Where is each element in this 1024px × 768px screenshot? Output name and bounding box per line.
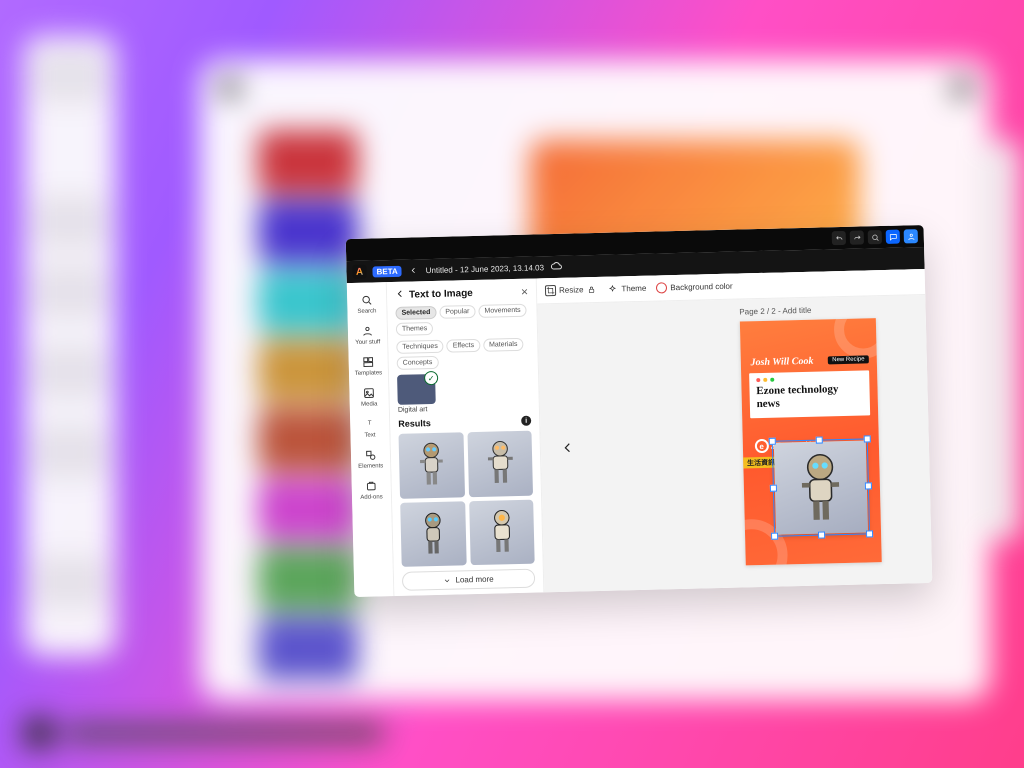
canvas-area: Resize Theme Background color Page 2 / 2… bbox=[537, 269, 933, 592]
robot-illustration bbox=[409, 507, 457, 560]
resize-button[interactable]: Resize bbox=[545, 284, 598, 296]
prev-page-button[interactable] bbox=[559, 434, 578, 462]
chip-effects[interactable]: Effects bbox=[447, 339, 481, 353]
canvas-viewport[interactable]: Page 2 / 2 - Add title Josh Will Cook Ne… bbox=[537, 295, 932, 592]
results-header: Results bbox=[398, 418, 431, 429]
chip-techniques[interactable]: Techniques bbox=[396, 340, 444, 354]
text-icon: T bbox=[362, 415, 378, 431]
share-icon[interactable] bbox=[904, 229, 918, 243]
chevron-down-icon bbox=[443, 576, 451, 584]
comment-icon[interactable] bbox=[886, 230, 900, 244]
panel-close-icon[interactable]: × bbox=[521, 285, 528, 299]
page-label[interactable]: Page 2 / 2 - Add title bbox=[739, 306, 811, 317]
rail-elements[interactable]: Elements bbox=[352, 443, 389, 473]
back-icon[interactable] bbox=[408, 264, 420, 276]
result-thumb[interactable] bbox=[398, 432, 464, 498]
chip-popular[interactable]: Popular bbox=[439, 305, 475, 319]
sparkle-icon bbox=[607, 283, 618, 294]
resize-handle[interactable] bbox=[818, 531, 825, 538]
rail-addons[interactable]: Add-ons bbox=[353, 474, 390, 504]
window-dots-icon bbox=[756, 376, 862, 383]
search-icon bbox=[359, 291, 375, 307]
resize-handle[interactable] bbox=[815, 437, 822, 444]
undo-icon[interactable] bbox=[832, 231, 846, 245]
style-thumb-image bbox=[397, 374, 436, 405]
result-thumb[interactable] bbox=[400, 501, 466, 567]
resize-handle[interactable] bbox=[768, 438, 775, 445]
results-grid bbox=[398, 431, 534, 567]
resize-handle[interactable] bbox=[866, 530, 873, 537]
rail-text[interactable]: TText bbox=[351, 412, 388, 442]
crop-icon bbox=[545, 285, 556, 296]
rail-your-stuff[interactable]: Your stuff bbox=[349, 319, 386, 349]
panel-title: Text to Image bbox=[409, 288, 473, 301]
artboard-card-title: Ezone technology news bbox=[756, 383, 863, 411]
logo-e-icon: e bbox=[754, 439, 768, 453]
result-thumb[interactable] bbox=[467, 431, 533, 497]
templates-icon bbox=[360, 353, 376, 369]
selected-style-thumb[interactable]: Digital art bbox=[397, 372, 531, 414]
artboard-browser-card[interactable]: Ezone technology news bbox=[749, 370, 870, 418]
beta-badge: BETA bbox=[372, 265, 401, 277]
chip-movements[interactable]: Movements bbox=[478, 304, 526, 318]
lock-icon bbox=[586, 284, 597, 295]
info-icon[interactable]: i bbox=[521, 416, 531, 426]
resize-handle[interactable] bbox=[865, 482, 872, 489]
selection-bounding-box[interactable] bbox=[772, 438, 870, 536]
resize-handle[interactable] bbox=[770, 485, 777, 492]
robot-illustration bbox=[408, 439, 456, 492]
style-chips-row-2: Techniques Effects Materials Concepts bbox=[396, 338, 530, 370]
text-to-image-panel: Text to Image × Selected Popular Movemen… bbox=[387, 278, 545, 596]
robot-illustration bbox=[476, 437, 524, 490]
bg-footer-label: Adobe Creative Cloud Express bbox=[24, 716, 384, 750]
robot-illustration bbox=[478, 506, 526, 559]
resize-handle[interactable] bbox=[771, 533, 778, 540]
chip-concepts[interactable]: Concepts bbox=[397, 356, 439, 370]
rail-templates[interactable]: Templates bbox=[350, 350, 387, 380]
chip-materials[interactable]: Materials bbox=[483, 338, 524, 352]
rail-search[interactable]: Search bbox=[348, 288, 385, 318]
artboard-badge[interactable]: New Recipe bbox=[828, 355, 869, 364]
result-thumb[interactable] bbox=[469, 499, 535, 565]
artboard-heading[interactable]: Josh Will Cook bbox=[750, 356, 813, 369]
background-color-button[interactable]: Background color bbox=[656, 281, 733, 294]
color-swatch-icon bbox=[656, 282, 667, 293]
style-thumb-label: Digital art bbox=[398, 406, 428, 414]
avatar-icon bbox=[359, 322, 375, 338]
style-chips-row-1: Selected Popular Movements Themes bbox=[395, 304, 529, 336]
zoom-icon[interactable] bbox=[868, 230, 882, 244]
bg-sidebar bbox=[24, 36, 116, 656]
elements-icon bbox=[362, 446, 378, 462]
addons-icon bbox=[363, 477, 379, 493]
redo-icon[interactable] bbox=[850, 230, 864, 244]
chip-selected[interactable]: Selected bbox=[395, 306, 436, 320]
placed-image[interactable] bbox=[774, 440, 868, 534]
media-icon bbox=[361, 384, 377, 400]
app-logo-icon[interactable]: A bbox=[352, 265, 366, 279]
cloud-sync-icon[interactable] bbox=[550, 260, 562, 274]
rail-media[interactable]: Media bbox=[351, 381, 388, 411]
resize-handle[interactable] bbox=[863, 435, 870, 442]
document-title[interactable]: Untitled - 12 June 2023, 13.14.03 bbox=[426, 263, 544, 275]
chip-themes[interactable]: Themes bbox=[396, 322, 434, 336]
app-window: A BETA Untitled - 12 June 2023, 13.14.03… bbox=[346, 225, 933, 597]
load-more-button[interactable]: Load more bbox=[402, 569, 535, 591]
theme-button[interactable]: Theme bbox=[607, 283, 646, 295]
panel-back-icon[interactable] bbox=[395, 288, 405, 301]
